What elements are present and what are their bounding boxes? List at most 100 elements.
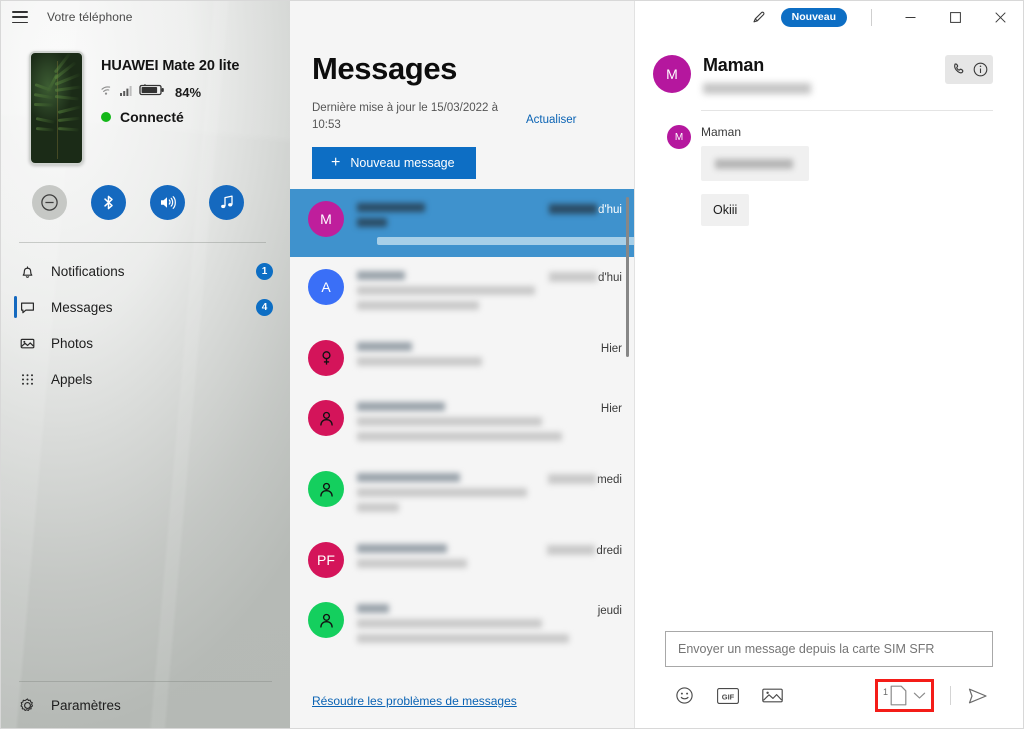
chat-bubble-icon — [21, 302, 34, 313]
gif-button[interactable]: GIF — [713, 683, 743, 709]
quick-action-bluetooth[interactable] — [91, 185, 126, 220]
message-bubble[interactable]: Okiii — [701, 194, 750, 226]
photo-icon — [20, 338, 35, 348]
music-note-icon — [220, 195, 233, 209]
conversation-body: medi — [357, 471, 622, 518]
last-update-text: Dernière mise à jour le 15/03/2022 à 10:… — [312, 102, 499, 131]
list-scrollbar-track[interactable] — [626, 197, 629, 676]
sim-selector[interactable]: 1 — [874, 679, 934, 712]
composer-separator — [950, 686, 951, 705]
speaker-volume-icon — [161, 196, 176, 209]
connection-row: Connecté — [101, 109, 239, 125]
quick-action-media[interactable] — [209, 185, 244, 220]
conversation-timestamp: Hier — [601, 342, 622, 355]
battery-percent: 84% — [175, 84, 202, 100]
pen-marker-icon[interactable] — [746, 4, 772, 30]
message-group: M Maman Okiii — [667, 125, 993, 232]
conversation-top: Hier — [357, 402, 622, 447]
messages-list-panel: Messages Dernière mise à jour le 15/03/2… — [290, 1, 635, 728]
hamburger-icon[interactable] — [12, 11, 28, 23]
window-titlebar: Nouveau — [635, 1, 1023, 33]
conversation-row[interactable]: Hier — [290, 388, 634, 459]
conversation-row[interactable]: Ad'hui — [290, 257, 634, 328]
new-message-button[interactable]: + Nouveau message — [312, 147, 476, 180]
conversation-row[interactable]: Md'hui — [290, 189, 634, 258]
device-name: HUAWEI Mate 20 lite — [101, 58, 240, 74]
sidebar-item-notifications[interactable]: Notifications 1 — [1, 253, 290, 289]
device-status-row: 84% — [101, 83, 239, 101]
new-badge[interactable]: Nouveau — [780, 7, 847, 27]
sidebar-item-calls[interactable]: Appels — [1, 361, 290, 397]
troubleshoot-link[interactable]: Résoudre les problèmes de messages — [312, 694, 517, 708]
avatar: M — [653, 55, 691, 93]
timestamp-prefix-redacted — [549, 272, 598, 283]
timestamp-text: medi — [597, 474, 622, 487]
svg-text:GIF: GIF — [722, 692, 735, 701]
quick-actions — [1, 165, 290, 220]
send-button[interactable] — [963, 683, 993, 709]
phone-call-icon — [953, 63, 963, 74]
composer-toolbar: GIF 1 — [665, 679, 993, 712]
avatar: PF — [308, 542, 344, 579]
conversation-timestamp: dredi — [547, 544, 622, 557]
message-bubble-redacted[interactable] — [701, 146, 809, 181]
conversation-text-redacted — [357, 203, 541, 233]
timestamp-prefix-redacted — [547, 545, 596, 556]
conversation-row[interactable]: jeudi — [290, 590, 634, 661]
conversation-preview-redacted — [357, 301, 479, 311]
connection-status: Connecté — [120, 109, 184, 125]
conversation-timestamp: Hier — [601, 402, 622, 415]
sidebar-item-label: Notifications — [51, 263, 125, 279]
quick-action-volume[interactable] — [150, 185, 185, 220]
conversation-name-redacted — [357, 473, 460, 483]
sidebar-item-settings[interactable]: Paramètres — [1, 682, 290, 728]
conversation-list[interactable]: Md'hui Ad'hui Hier Hier medi PF dredi jeudi — [290, 189, 634, 684]
conversation-row[interactable]: medi — [290, 459, 634, 530]
minimize-button[interactable] — [888, 1, 933, 33]
conversation-timestamp: medi — [548, 473, 622, 486]
image-icon — [761, 688, 783, 703]
maximize-button[interactable] — [933, 1, 978, 33]
conversation-row[interactable]: PF dredi — [290, 530, 634, 590]
compose-box[interactable] — [665, 631, 993, 667]
close-button[interactable] — [978, 1, 1023, 33]
new-message-label: Nouveau message — [350, 156, 455, 171]
list-scrollbar-thumb[interactable] — [626, 197, 629, 358]
conversation-actions[interactable] — [945, 55, 993, 84]
conversation-top: d'hui — [357, 203, 622, 233]
conversation-timestamp: d'hui — [549, 271, 622, 284]
message-input[interactable] — [678, 642, 980, 656]
refresh-link[interactable]: Actualiser — [526, 100, 577, 126]
sidebar-item-photos[interactable]: Photos — [1, 325, 290, 361]
conversation-preview-redacted — [357, 634, 569, 644]
conversation-text-redacted — [357, 402, 593, 447]
avatar: M — [308, 201, 344, 238]
conversation-preview-redacted — [357, 432, 562, 442]
conversation-preview-redacted — [357, 503, 399, 513]
conversation-row[interactable]: Hier — [290, 328, 634, 388]
gif-icon: GIF — [717, 687, 739, 704]
image-button[interactable] — [757, 683, 787, 709]
emoji-button[interactable] — [669, 683, 699, 709]
timestamp-text: Hier — [600, 403, 622, 416]
conversation-preview-redacted — [357, 357, 482, 367]
do-not-disturb-icon — [41, 194, 58, 211]
conversation-preview-redacted — [357, 488, 527, 498]
send-arrow-icon — [968, 688, 987, 703]
quick-action-do-not-disturb[interactable] — [32, 185, 67, 220]
sidebar-item-messages[interactable]: Messages 4 — [1, 289, 290, 325]
minimize-icon — [905, 16, 916, 18]
conversation-timestamp: d'hui — [549, 203, 622, 216]
conversation-name-redacted — [357, 271, 405, 281]
phone-screen-thumbnail[interactable] — [29, 51, 84, 165]
info-icon — [973, 62, 987, 77]
avatar: A — [308, 269, 344, 306]
conversation-header: M Maman — [635, 33, 1023, 94]
timestamp-prefix-redacted — [548, 474, 597, 485]
conversation-top: medi — [357, 473, 622, 518]
avatar — [308, 340, 344, 377]
device-card: HUAWEI Mate 20 lite 84% Connecté — [1, 33, 290, 165]
messages-header: Messages Dernière mise à jour le 15/03/2… — [290, 1, 634, 180]
sidebar-item-label: Messages — [51, 299, 113, 315]
